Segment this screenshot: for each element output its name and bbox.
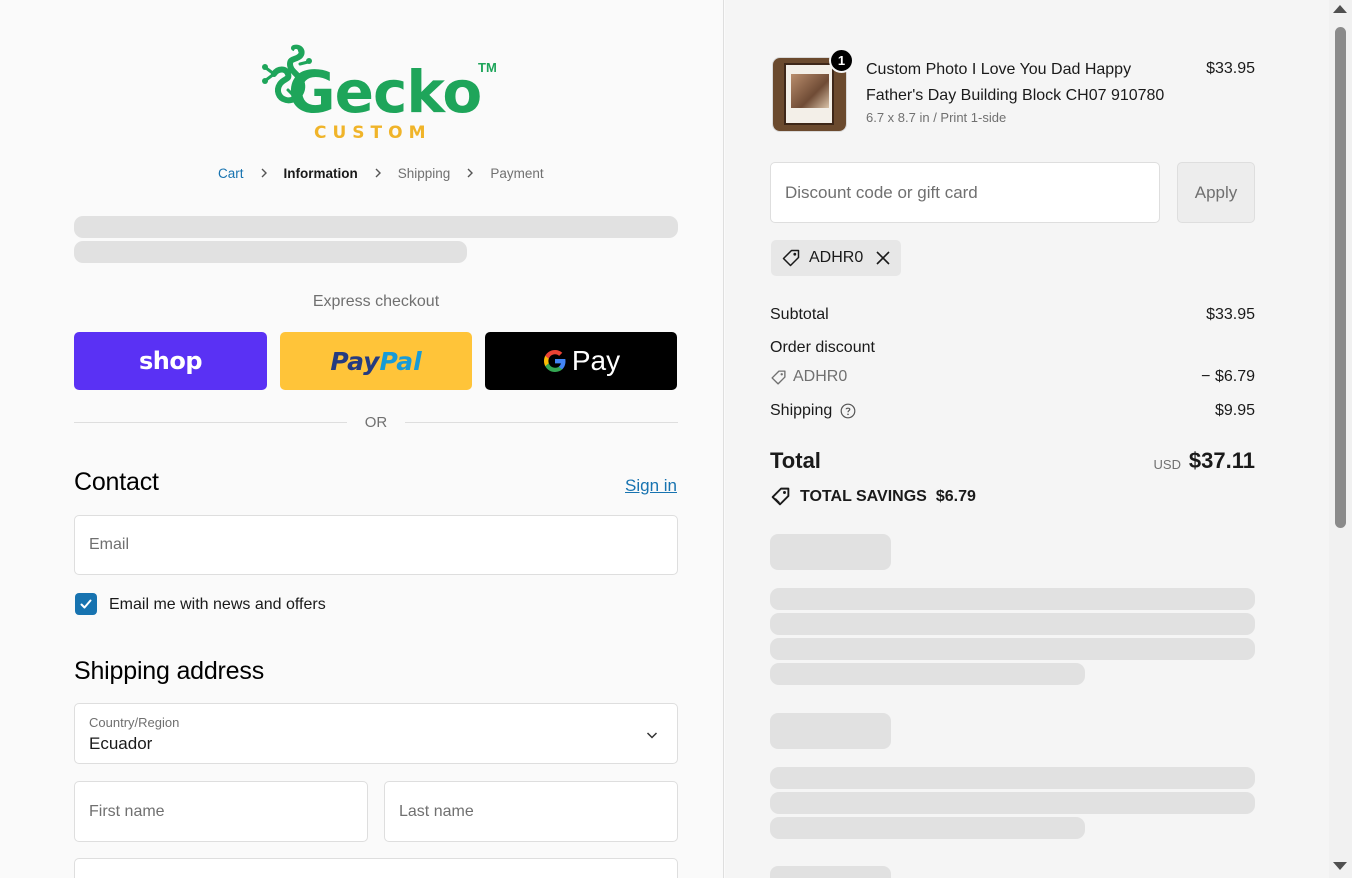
total-value: $37.11 — [1188, 448, 1255, 473]
tag-icon — [782, 249, 800, 267]
breadcrumb-information: Information — [283, 165, 358, 181]
scrollbar[interactable] — [1329, 0, 1352, 878]
loading-placeholder — [74, 241, 467, 263]
newsletter-checkbox[interactable] — [75, 593, 97, 615]
savings-tag-icon — [771, 487, 790, 506]
chevron-right-icon — [375, 168, 381, 178]
newsletter-label: Email me with news and offers — [109, 596, 326, 613]
savings-label: TOTAL SAVINGS — [800, 487, 927, 505]
breadcrumb-cart[interactable]: Cart — [218, 166, 244, 181]
scrollbar-thumb[interactable] — [1335, 27, 1346, 528]
logo-trademark: TM — [478, 60, 497, 75]
close-icon — [876, 251, 890, 265]
loading-placeholder — [770, 613, 1255, 635]
shipping-label: Shipping — [770, 402, 833, 419]
first-name-placeholder: First name — [89, 802, 165, 820]
applied-discount-code: ADHR0 — [809, 249, 864, 266]
express-checkout-title: Express checkout — [312, 293, 440, 310]
product-photo — [791, 74, 829, 108]
loading-placeholder — [74, 216, 678, 238]
product-variant: 6.7 x 8.7 in / Print 1-side — [866, 110, 1007, 125]
loading-placeholder — [770, 588, 1255, 610]
discount-code-row: ADHR0 — [770, 368, 847, 386]
subtotal-label: Subtotal — [770, 306, 829, 323]
loading-placeholder — [770, 767, 1255, 789]
subtotal-value: $33.95 — [1206, 306, 1255, 323]
checkout-main: Gecko TM CUSTOM Cart Information Shippin… — [0, 0, 724, 878]
chevron-right-icon — [467, 168, 474, 178]
loading-placeholder — [770, 817, 1085, 839]
google-pay-label: Pay — [571, 345, 621, 376]
product-frame — [784, 63, 834, 125]
checkmark-icon — [80, 599, 92, 609]
scroll-up-arrow-icon[interactable] — [1333, 5, 1347, 13]
quantity-badge: 1 — [829, 48, 854, 73]
chevron-down-icon — [646, 732, 658, 739]
email-field[interactable]: Email — [74, 515, 678, 575]
shipping-address-heading: Shipping address — [74, 657, 264, 685]
contact-heading: Contact — [74, 468, 159, 496]
loading-placeholder — [770, 638, 1255, 660]
breadcrumb-shipping: Shipping — [397, 165, 451, 181]
product-price: $33.95 — [1206, 60, 1255, 77]
paypal-label-pal: Pal — [379, 346, 422, 376]
shop-pay-label: shop — [138, 347, 203, 375]
logo-wordmark: Gecko — [288, 58, 482, 126]
first-name-field[interactable]: First name — [74, 781, 368, 842]
help-icon[interactable] — [840, 403, 856, 419]
google-pay-button[interactable]: Pay — [485, 332, 677, 390]
discount-value: − $6.79 — [1201, 368, 1255, 385]
divider — [74, 422, 347, 423]
discount-placeholder: Discount code or gift card — [785, 182, 978, 202]
address-field[interactable] — [74, 858, 678, 878]
country-select[interactable]: Country/Region Ecuador — [74, 703, 678, 764]
discount-code-label: ADHR0 — [793, 368, 848, 385]
shop-pay-button[interactable]: shop — [74, 332, 267, 390]
remove-discount-button[interactable] — [875, 250, 891, 266]
country-value: Ecuador — [89, 734, 153, 753]
applied-discount-chip: ADHR0 — [771, 240, 901, 276]
loading-placeholder — [770, 792, 1255, 814]
country-label: Country/Region — [89, 715, 180, 730]
paypal-label-pay: Pay — [330, 346, 380, 376]
total-savings: TOTAL SAVINGS $6.79 — [770, 486, 976, 507]
sign-in-link[interactable]: Sign in — [625, 476, 677, 496]
logo-tagline: CUSTOM — [314, 123, 432, 143]
shipping-row: Shipping — [770, 402, 856, 420]
product-title: Custom Photo I Love You Dad Happy Father… — [866, 61, 1165, 104]
email-placeholder: Email — [89, 536, 130, 553]
last-name-placeholder: Last name — [399, 802, 474, 820]
tag-icon — [771, 369, 786, 385]
breadcrumb-payment: Payment — [490, 165, 544, 181]
store-logo[interactable]: Gecko TM CUSTOM — [258, 44, 498, 144]
order-discount-label: Order discount — [770, 339, 875, 356]
loading-placeholder — [770, 713, 891, 749]
savings-value: $6.79 — [935, 487, 976, 505]
scroll-down-arrow-icon[interactable] — [1333, 862, 1347, 870]
google-g-icon — [543, 350, 566, 372]
total-currency: USD — [1153, 457, 1181, 472]
loading-placeholder — [770, 866, 891, 878]
loading-placeholder — [770, 534, 891, 570]
chevron-right-icon — [261, 168, 267, 178]
total-label: Total — [770, 448, 821, 473]
paypal-button[interactable]: Pay Pal — [280, 332, 472, 390]
divider — [405, 422, 678, 423]
shipping-value: $9.95 — [1214, 402, 1255, 419]
apply-discount-button[interactable]: Apply — [1177, 162, 1255, 223]
loading-placeholder — [770, 663, 1085, 685]
discount-code-input[interactable]: Discount code or gift card — [770, 162, 1160, 223]
breadcrumb: Cart Information Shipping Payment — [218, 164, 544, 182]
last-name-field[interactable]: Last name — [384, 781, 678, 842]
or-divider-text: OR — [364, 414, 388, 431]
